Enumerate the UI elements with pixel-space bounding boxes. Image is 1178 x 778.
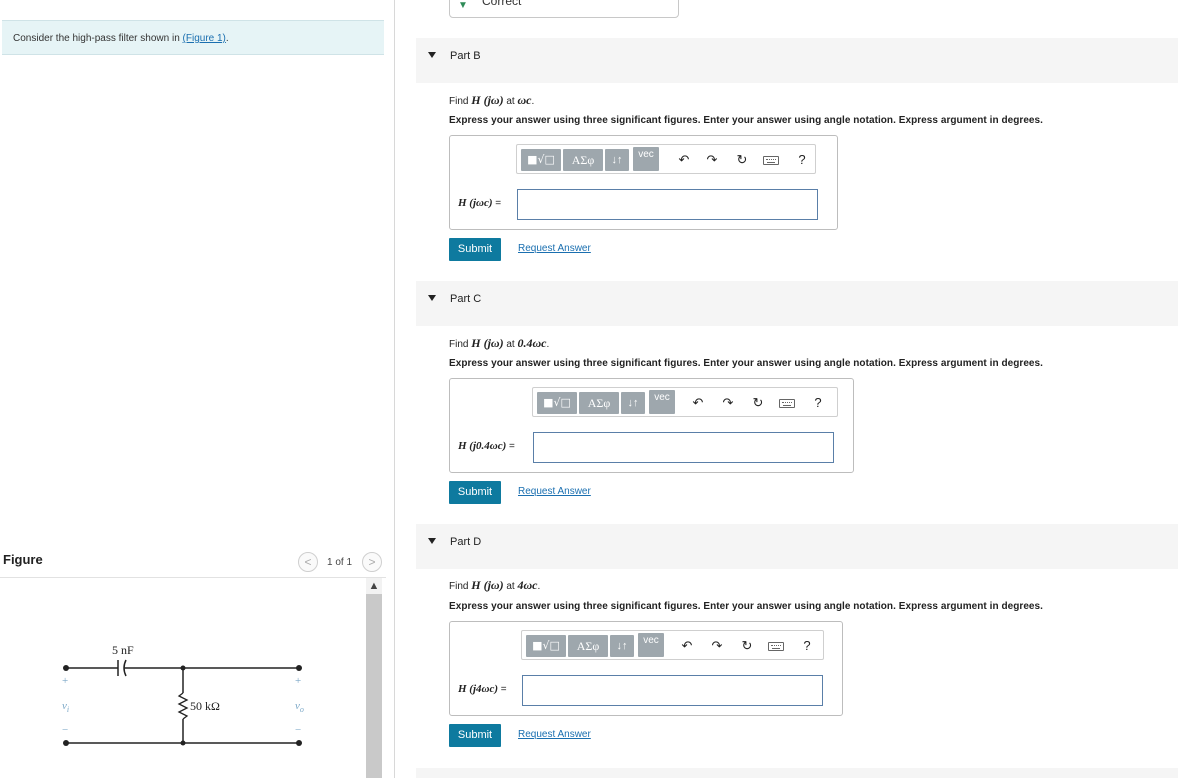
resistor-label: 50 kΩ xyxy=(190,699,220,713)
help-icon[interactable]: ? xyxy=(809,394,827,412)
part-c-label: Part C xyxy=(450,293,482,305)
part-c-math-toolbar: ■√□ ΑΣφ ↓↑ vec ↶ ↷ ↻ ? xyxy=(532,387,838,417)
intro-suffix: . xyxy=(225,33,229,44)
next-part-header[interactable] xyxy=(416,768,1178,778)
reset-icon[interactable]: ↻ xyxy=(749,394,767,412)
part-c-question: Find H (jω) at 0.4ωc. xyxy=(449,336,550,350)
undo-icon[interactable]: ↶ xyxy=(675,151,693,169)
part-c-request-answer-link[interactable]: Request Answer xyxy=(518,486,591,497)
part-b-answer-label: H (jωc) = xyxy=(458,197,502,209)
part-d-question: Find H (jω) at 4ωc. xyxy=(449,578,541,592)
keyboard-icon[interactable] xyxy=(768,642,784,651)
check-icon: ▼ xyxy=(458,0,468,11)
part-b-answer-input[interactable] xyxy=(517,189,818,220)
terminal-dot xyxy=(63,665,69,671)
part-d-header[interactable]: Part D xyxy=(416,524,1178,569)
circuit-figure: 5 nF 50 kΩ + vi − + vo − xyxy=(40,630,330,778)
greek-symbols-button[interactable]: ΑΣφ xyxy=(579,392,619,414)
capacitor-label: 5 nF xyxy=(112,643,134,657)
part-d-request-answer-link[interactable]: Request Answer xyxy=(518,729,591,740)
help-icon[interactable]: ? xyxy=(798,637,816,655)
part-c-header[interactable]: Part C xyxy=(416,281,1178,326)
figure-prev-button[interactable]: < xyxy=(298,552,318,572)
template-button[interactable]: ■√□ xyxy=(537,392,577,414)
template-button[interactable]: ■√□ xyxy=(526,635,566,657)
figure-header: Figure < 1 of 1 > xyxy=(0,548,386,578)
part-d-math-toolbar: ■√□ ΑΣφ ↓↑ vec ↶ ↷ ↻ ? xyxy=(521,630,824,660)
undo-icon[interactable]: ↶ xyxy=(678,637,696,655)
previous-part-feedback: ▼ Correct xyxy=(449,0,679,18)
undo-icon[interactable]: ↶ xyxy=(689,394,707,412)
resistor xyxy=(177,692,189,720)
keyboard-icon[interactable] xyxy=(763,156,779,165)
figure-link[interactable]: (Figure 1) xyxy=(183,33,226,44)
right-pane: ▼ Correct Part B Find H (jω) at ωc. Expr… xyxy=(396,0,1178,778)
collapse-triangle-icon xyxy=(428,538,436,544)
greek-symbols-button[interactable]: ΑΣφ xyxy=(568,635,608,657)
left-pane: Consider the high-pass filter shown in (… xyxy=(0,0,395,778)
vout-plus: + xyxy=(295,675,301,687)
vector-button[interactable]: vec xyxy=(638,633,664,657)
vout-label: vo xyxy=(295,700,304,714)
correct-label: Correct xyxy=(482,0,522,8)
part-c-instructions: Express your answer using three signific… xyxy=(449,358,1043,369)
vin-minus: − xyxy=(62,724,68,736)
part-c-answer-box: ■√□ ΑΣφ ↓↑ vec ↶ ↷ ↻ ? H (j0.4ωc) = xyxy=(449,378,854,473)
keyboard-icon[interactable] xyxy=(779,399,795,408)
reset-icon[interactable]: ↻ xyxy=(733,151,751,169)
vout-minus: − xyxy=(295,724,301,736)
arrows-button[interactable]: ↓↑ xyxy=(610,635,634,657)
terminal-dot xyxy=(63,740,69,746)
part-b-answer-box: ■√□ ΑΣφ ↓↑ vec ↶ ↷ ↻ ? H (jωc) = xyxy=(449,135,838,230)
vin-plus: + xyxy=(62,675,68,687)
vector-button[interactable]: vec xyxy=(633,147,659,171)
intro-text: Consider the high-pass filter shown in xyxy=(13,33,180,44)
part-b-request-answer-link[interactable]: Request Answer xyxy=(518,243,591,254)
arrows-button[interactable]: ↓↑ xyxy=(621,392,645,414)
part-b-question: Find H (jω) at ωc. xyxy=(449,93,535,107)
terminal-dot xyxy=(296,665,302,671)
arrows-button[interactable]: ↓↑ xyxy=(605,149,629,171)
figure-count: 1 of 1 xyxy=(327,557,353,568)
template-button[interactable]: ■√□ xyxy=(521,149,561,171)
node-dot xyxy=(180,740,186,746)
vector-button[interactable]: vec xyxy=(649,390,675,414)
greek-symbols-button[interactable]: ΑΣφ xyxy=(563,149,603,171)
part-b-instructions: Express your answer using three signific… xyxy=(449,115,1043,126)
part-d-answer-box: ■√□ ΑΣφ ↓↑ vec ↶ ↷ ↻ ? H (j4ωc) = xyxy=(449,621,843,716)
terminal-dot xyxy=(296,740,302,746)
figure-title: Figure xyxy=(3,552,43,567)
part-b-header[interactable]: Part B xyxy=(416,38,1178,83)
circuit-diagram: 5 nF 50 kΩ + vi − + vo − xyxy=(62,643,304,746)
part-b-label: Part B xyxy=(450,50,481,62)
vin-label: vi xyxy=(62,700,69,714)
part-d-answer-input[interactable] xyxy=(522,675,823,706)
part-b-submit-button[interactable]: Submit xyxy=(449,238,501,261)
redo-icon[interactable]: ↷ xyxy=(708,637,726,655)
scroll-up-arrow-icon[interactable]: ▲ xyxy=(366,578,382,594)
part-c-answer-label: H (j0.4ωc) = xyxy=(458,440,515,452)
reset-icon[interactable]: ↻ xyxy=(738,637,756,655)
part-d-answer-label: H (j4ωc) = xyxy=(458,683,507,695)
figure-scrollbar[interactable] xyxy=(366,580,382,778)
figure-next-button[interactable]: > xyxy=(362,552,382,572)
redo-icon[interactable]: ↷ xyxy=(703,151,721,169)
part-c-answer-input[interactable] xyxy=(533,432,834,463)
part-d-submit-button[interactable]: Submit xyxy=(449,724,501,747)
part-d-label: Part D xyxy=(450,536,482,548)
part-d-instructions: Express your answer using three signific… xyxy=(449,601,1043,612)
help-icon[interactable]: ? xyxy=(793,151,811,169)
redo-icon[interactable]: ↷ xyxy=(719,394,737,412)
collapse-triangle-icon xyxy=(428,295,436,301)
problem-intro: Consider the high-pass filter shown in (… xyxy=(2,20,384,55)
collapse-triangle-icon xyxy=(428,52,436,58)
part-b-math-toolbar: ■√□ ΑΣφ ↓↑ vec ↶ ↷ ↻ ? xyxy=(516,144,816,174)
part-c-submit-button[interactable]: Submit xyxy=(449,481,501,504)
